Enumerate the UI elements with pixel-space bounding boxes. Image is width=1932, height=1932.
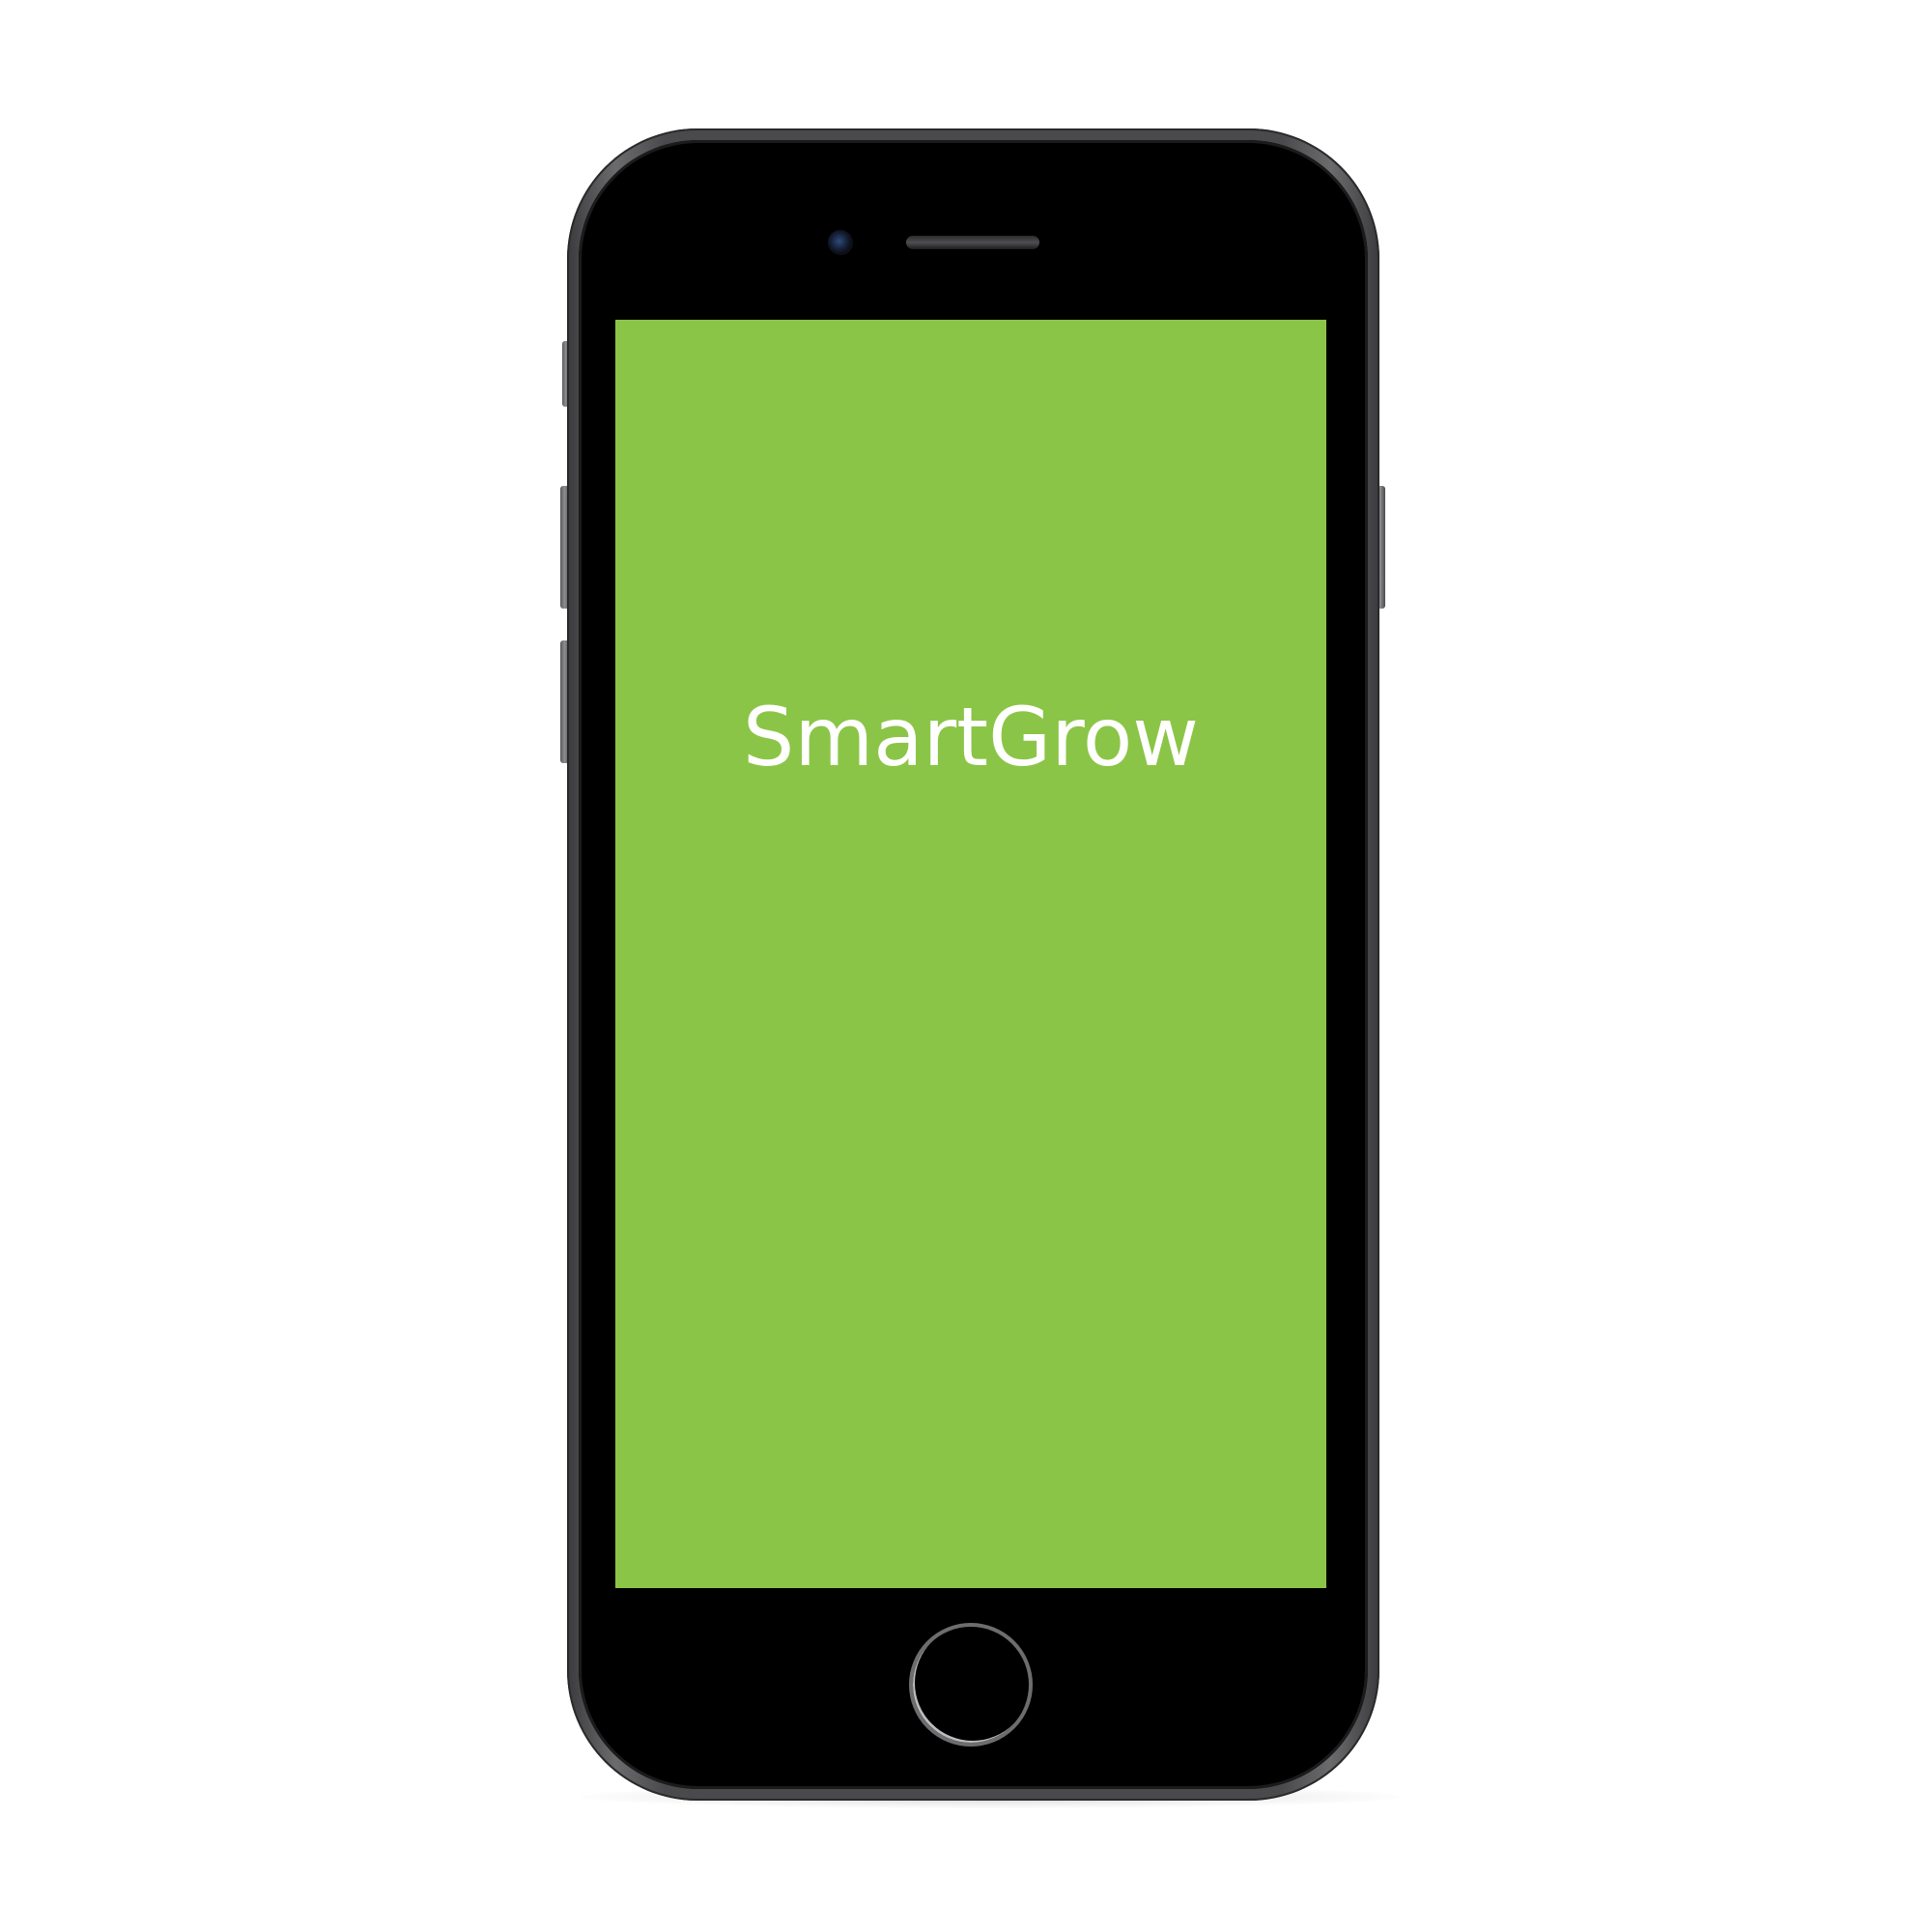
app-title: SmartGrow: [743, 690, 1199, 784]
front-camera-icon: [828, 230, 853, 255]
earpiece-speaker-icon: [906, 236, 1039, 249]
home-button-icon[interactable]: [909, 1623, 1033, 1747]
app-screen[interactable]: SmartGrow: [615, 320, 1326, 1588]
page-background: SmartGrow: [0, 0, 1932, 1932]
